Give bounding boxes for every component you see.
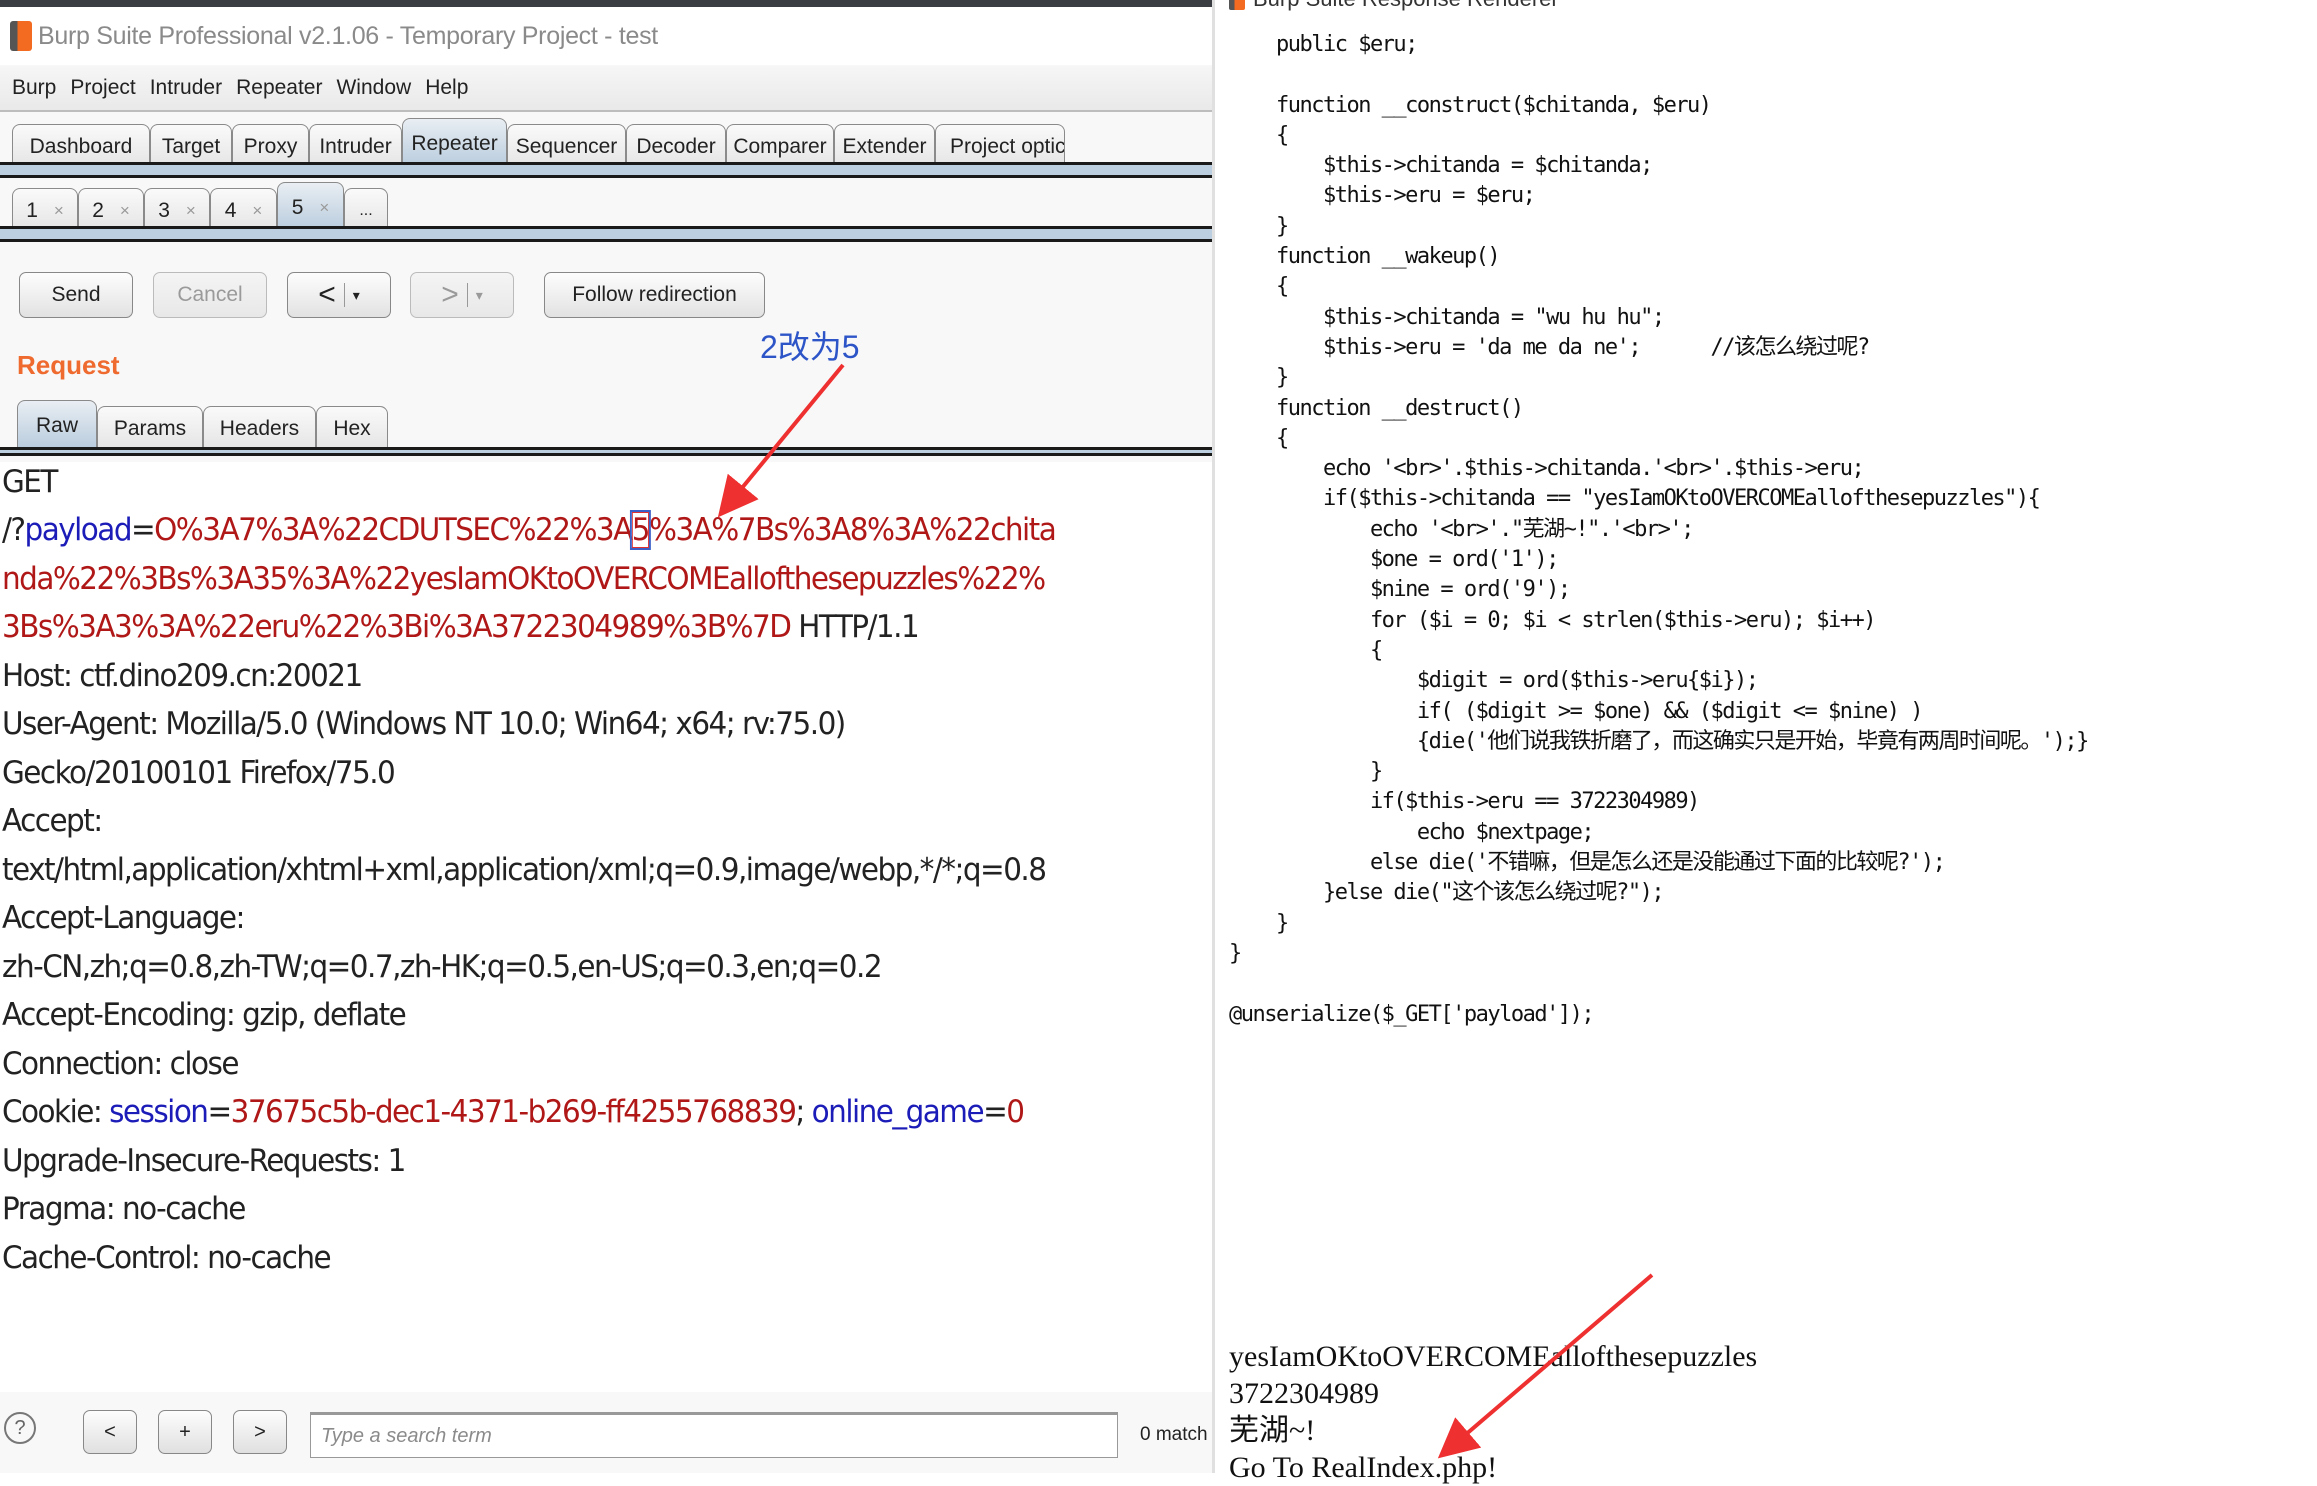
- menu-intruder[interactable]: Intruder: [150, 76, 222, 100]
- header-accept-language: Accept-Language:: [2, 900, 245, 936]
- rendered-output: yesIamOKtoOVERCOMEallofthesepuzzles 3722…: [1229, 1338, 1757, 1486]
- menu-project[interactable]: Project: [70, 76, 135, 100]
- renderer-title: Burp Suite Response Renderer: [1253, 0, 1559, 12]
- dropdown-icon[interactable]: ▾: [353, 287, 360, 304]
- header-host: Host: ctf.dino209.cn:20021: [2, 658, 363, 694]
- search-input[interactable]: [310, 1412, 1118, 1458]
- close-icon[interactable]: ×: [54, 201, 64, 221]
- close-icon[interactable]: ×: [252, 201, 262, 221]
- header-cache-control: Cache-Control: no-cache: [2, 1240, 332, 1276]
- title-bar: Burp Suite Professional v2.1.06 - Tempor…: [0, 7, 1212, 65]
- burp-logo-icon: [10, 21, 32, 51]
- request-line-url: /?payload=O%3A7%3A%22CDUTSEC%22%3A5%3A%7…: [2, 510, 1057, 550]
- search-bar: ? < + > 0 match: [0, 1392, 1212, 1473]
- output-line: yesIamOKtoOVERCOMEallofthesepuzzles: [1229, 1340, 1758, 1373]
- menu-repeater[interactable]: Repeater: [236, 76, 322, 100]
- close-icon[interactable]: ×: [120, 201, 130, 221]
- rendered-source-code: public $eru; function __construct($chita…: [1229, 32, 2089, 1027]
- output-line: 3722304989: [1229, 1377, 1379, 1410]
- search-next-button[interactable]: >: [233, 1410, 287, 1454]
- close-icon[interactable]: ×: [319, 198, 329, 218]
- request-editor[interactable]: GET /?payload=O%3A7%3A%22CDUTSEC%22%3A5%…: [0, 462, 1212, 1392]
- follow-redirection-button[interactable]: Follow redirection: [544, 272, 765, 318]
- request-view-tabs: Raw Params Headers Hex: [0, 400, 1212, 450]
- forward-button[interactable]: > ▾: [410, 272, 514, 318]
- request-line-url-cont: nda%22%3Bs%3A35%3A%22yesIamOKtoOVERCOMEa…: [2, 561, 1046, 597]
- search-prev-button[interactable]: <: [83, 1410, 137, 1454]
- header-accept: Accept:: [2, 803, 103, 839]
- menu-burp[interactable]: Burp: [12, 76, 56, 100]
- cancel-button[interactable]: Cancel: [153, 272, 267, 318]
- main-tabs-underline: [0, 162, 1212, 178]
- header-user-agent: User-Agent: Mozilla/5.0 (Windows NT 10.0…: [2, 706, 846, 742]
- output-line[interactable]: Go To RealIndex.php!: [1229, 1449, 1757, 1486]
- header-accept-language-value: zh-CN,zh;q=0.8,zh-TW;q=0.7,zh-HK;q=0.5,e…: [2, 949, 883, 985]
- param-name: payload: [24, 512, 133, 548]
- search-add-button[interactable]: +: [158, 1410, 212, 1454]
- repeater-tabs: 1 × 2 × 3 × 4 × 5 × ...: [0, 182, 1212, 232]
- main-tabs: Dashboard Target Proxy Intruder Repeater…: [0, 118, 1212, 168]
- menu-bar: Burp Project Intruder Repeater Window He…: [0, 66, 1212, 112]
- burp-logo-icon: [1229, 0, 1245, 10]
- match-count: 0 match: [1140, 1424, 1208, 1445]
- tab-repeater[interactable]: Repeater: [402, 118, 507, 168]
- header-user-agent-cont: Gecko/20100101 Firefox/75.0: [2, 755, 396, 791]
- burp-main-window: Burp Suite Professional v2.1.06 - Tempor…: [0, 0, 1212, 1473]
- request-line-url-end: 3Bs%3A3%3A%22eru%22%3Bi%3A3722304989%3B%…: [2, 609, 920, 645]
- repeater-tabs-underline: [0, 226, 1212, 242]
- header-cookie: Cookie: session=37675c5b-dec1-4371-b269-…: [2, 1094, 1025, 1130]
- menu-window[interactable]: Window: [336, 76, 411, 100]
- menu-help[interactable]: Help: [425, 76, 468, 100]
- response-renderer-window: Burp Suite Response Renderer public $eru…: [1212, 0, 2317, 1484]
- header-connection: Connection: close: [2, 1046, 239, 1082]
- tab-raw[interactable]: Raw: [17, 400, 97, 450]
- request-label: Request: [17, 350, 120, 380]
- background-window-strip: [0, 0, 1212, 7]
- highlighted-edit: 5: [629, 510, 651, 550]
- help-icon[interactable]: ?: [4, 1412, 36, 1444]
- chevron-left-icon: <: [318, 278, 336, 311]
- window-title: Burp Suite Professional v2.1.06 - Tempor…: [38, 21, 658, 50]
- request-line-method: GET: [2, 464, 58, 500]
- header-pragma: Pragma: no-cache: [2, 1191, 246, 1227]
- tab-params[interactable]: Params: [97, 406, 203, 450]
- header-accept-value: text/html,application/xhtml+xml,applicat…: [2, 852, 1047, 888]
- chevron-right-icon: >: [441, 278, 459, 311]
- annotation-note: 2改为5: [760, 329, 860, 365]
- back-button[interactable]: < ▾: [287, 272, 391, 318]
- renderer-title-bar: Burp Suite Response Renderer: [1229, 0, 1559, 12]
- header-accept-encoding: Accept-Encoding: gzip, deflate: [2, 997, 407, 1033]
- output-line: 芜湖~!: [1229, 1414, 1316, 1447]
- tab-headers[interactable]: Headers: [203, 406, 316, 450]
- tab-hex[interactable]: Hex: [316, 406, 388, 450]
- dropdown-icon[interactable]: ▾: [476, 287, 483, 304]
- repeater-tab-5[interactable]: 5 ×: [277, 182, 344, 232]
- header-upgrade-insecure: Upgrade-Insecure-Requests: 1: [2, 1143, 406, 1179]
- request-tabs-underline: [0, 447, 1212, 456]
- send-button[interactable]: Send: [19, 272, 133, 318]
- close-icon[interactable]: ×: [186, 201, 196, 221]
